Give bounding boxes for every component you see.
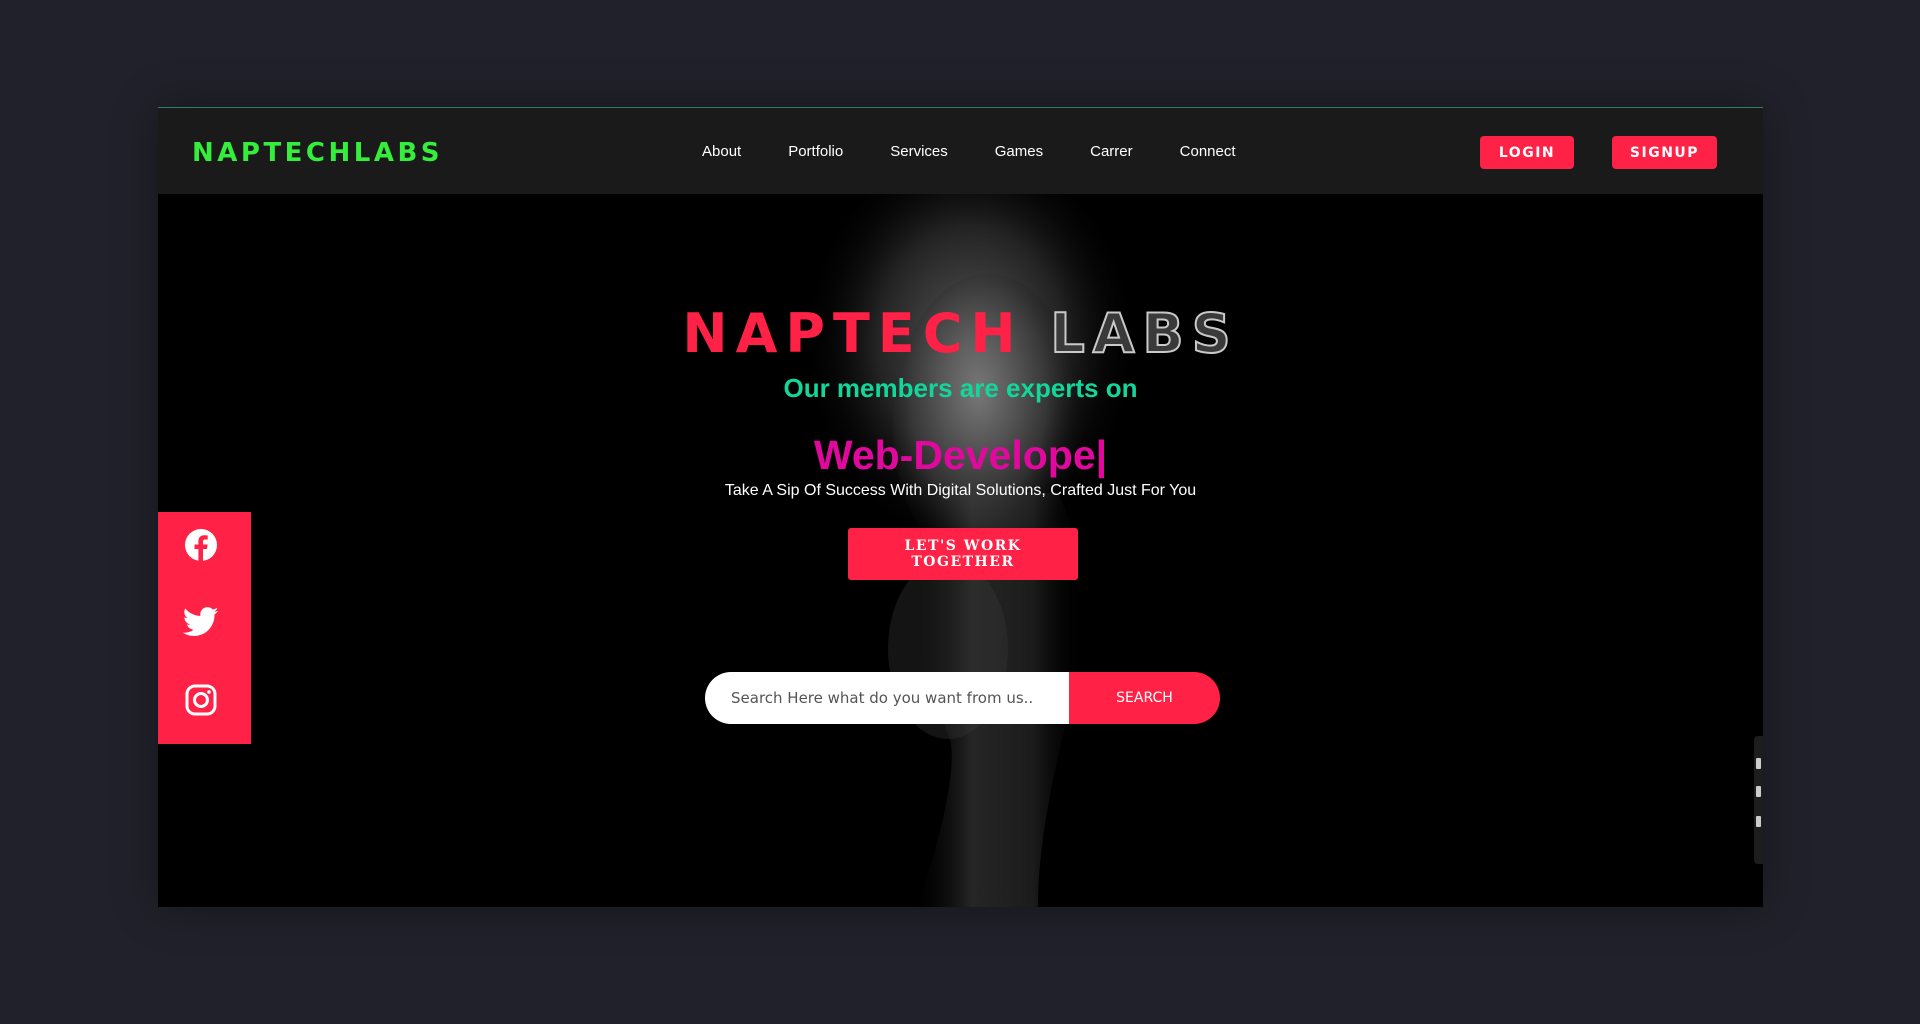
brand-logo[interactable]: NAPTECHLABS <box>192 138 443 168</box>
login-button[interactable]: LOGIN <box>1480 136 1574 169</box>
nav-link-carrer[interactable]: Carrer <box>1090 143 1133 160</box>
hero-title: NAPTECH LABS <box>158 301 1763 366</box>
hero-section: NAPTECH LABS Our members are experts on … <box>158 194 1763 907</box>
nav-link-games[interactable]: Games <box>995 143 1043 160</box>
hero-subtitle: Our members are experts on <box>783 373 1138 403</box>
search-input[interactable] <box>705 672 1069 724</box>
instagram-icon[interactable] <box>183 682 219 718</box>
edge-scroll-widget[interactable] <box>1754 736 1763 864</box>
search-button[interactable]: SEARCH <box>1069 672 1220 724</box>
signup-button[interactable]: SIGNUP <box>1612 136 1717 169</box>
twitter-icon[interactable] <box>183 604 219 640</box>
facebook-icon[interactable] <box>183 527 219 563</box>
navbar: NAPTECHLABS About Portfolio Services Gam… <box>158 108 1763 194</box>
cta-button[interactable]: LET'S WORK TOGETHER <box>848 528 1078 580</box>
social-sidebar <box>158 512 251 744</box>
typed-text: Web-Develope| <box>813 432 1108 478</box>
hero-title-part2: LABS <box>1049 301 1239 366</box>
hero-title-part1: NAPTECH <box>682 302 1024 365</box>
nav-links: About Portfolio Services Games Carrer Co… <box>702 143 1283 160</box>
nav-link-about[interactable]: About <box>702 143 741 160</box>
nav-link-services[interactable]: Services <box>890 143 948 160</box>
nav-link-connect[interactable]: Connect <box>1180 143 1236 160</box>
website-frame: NAPTECHLABS About Portfolio Services Gam… <box>158 107 1763 907</box>
hero-tagline: Take A Sip Of Success With Digital Solut… <box>724 482 1197 499</box>
nav-link-portfolio[interactable]: Portfolio <box>788 143 843 160</box>
